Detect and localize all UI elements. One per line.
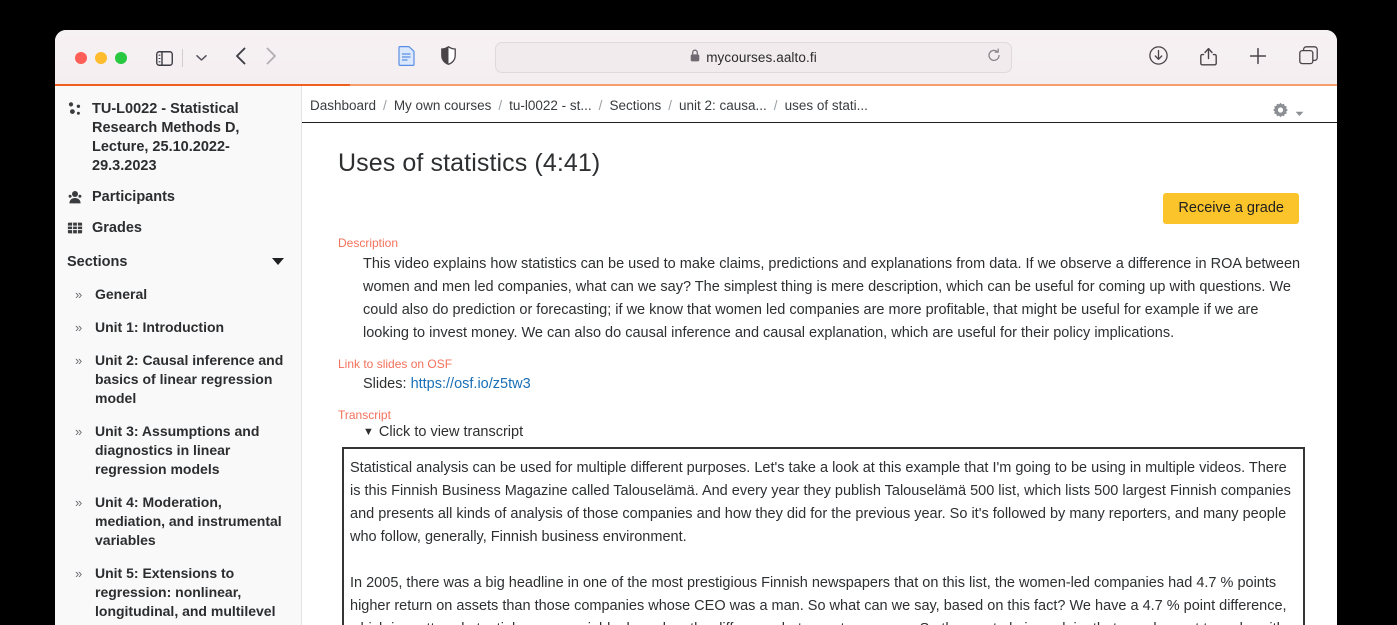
privacy-shield-icon [440,46,456,70]
toolbar-divider [182,49,183,67]
transcript-paragraph: In 2005, there was a big headline in one… [350,575,1287,625]
grade-action-row: Receive a grade [338,193,1301,224]
sidebar-sections-header[interactable]: Sections [55,244,301,278]
share-icon [1199,46,1217,71]
downloads-icon [1148,46,1168,70]
sidebar-section-unit-2[interactable]: » Unit 2: Causal inference and basics of… [55,344,301,415]
description-text: This video explains how statistics can b… [363,256,1301,341]
grades-icon [67,220,83,236]
window-controls [75,52,127,64]
chevron-double-right-icon: » [75,495,83,510]
chevron-down-icon[interactable] [1295,104,1304,122]
chevron-double-right-icon: » [75,320,83,335]
tab-overview-icon [1298,46,1318,70]
triangle-down-icon[interactable] [271,254,285,270]
transcript-paragraph: Statistical analysis can be used for mul… [350,460,1291,545]
slides-link[interactable]: https://osf.io/z5tw3 [411,376,531,392]
sidebar-item-course-title[interactable]: TU-L0022 - Statistical Research Methods … [55,94,301,182]
reload-icon [987,47,1001,66]
breadcrumb-item-course[interactable]: tu-l0022 - st... [509,98,592,113]
sidebar-toggle-button[interactable] [149,44,179,72]
maximize-window-button[interactable] [115,52,127,64]
sidebar-section-label: Unit 4: Moderation, mediation, and instr… [95,494,282,548]
transcript-box[interactable]: Statistical analysis can be used for mul… [342,447,1305,625]
sidebar-menu-chevron-icon[interactable] [186,44,216,72]
chevron-double-right-icon: » [75,287,83,302]
url-text: mycourses.aalto.fi [706,50,817,65]
forward-button[interactable] [256,44,286,72]
transcript-toggle[interactable]: ▼ Click to view transcript [363,424,1301,440]
chevron-double-right-icon: » [75,566,83,581]
sidebar-item-label: Grades [92,220,142,236]
slides-line: Slides: https://osf.io/z5tw3 [363,373,1301,396]
transcript-field-label: Transcript [338,408,391,422]
breadcrumb-separator: / [498,98,503,113]
description-field-label: Description [338,236,399,250]
sidebar-section-general[interactable]: » General [55,278,301,311]
sidebar-toggle-icon [149,44,179,72]
breadcrumb-item-dashboard[interactable]: Dashboard [310,98,376,113]
participants-icon [67,189,83,205]
browser-toolbar: mycourses.aalto.fi [55,30,1337,86]
page-viewport: TU-L0022 - Statistical Research Methods … [55,86,1337,625]
receive-a-grade-button[interactable]: Receive a grade [1163,193,1299,224]
sidebar-section-unit-1[interactable]: » Unit 1: Introduction [55,311,301,344]
breadcrumb-item-current-page[interactable]: uses of stati... [785,98,868,113]
downloads-button[interactable] [1143,44,1173,72]
browser-window: mycourses.aalto.fi TU-L0022 - Statistica… [55,30,1337,625]
transcript-toggle-label: Click to view transcript [378,424,524,440]
toolbar-right-actions [1143,30,1323,86]
sidebar-section-unit-4[interactable]: » Unit 4: Moderation, mediation, and ins… [55,486,301,557]
sidebar-item-label: Participants [92,189,175,205]
chevron-double-right-icon: » [75,353,83,368]
gear-icon[interactable] [1272,102,1289,124]
sidebar-section-label: Unit 1: Introduction [95,319,225,335]
breadcrumb-separator: / [598,98,603,113]
new-tab-button[interactable] [1243,44,1273,72]
page-title: Uses of statistics (4:41) [338,149,601,177]
back-button[interactable] [226,44,256,72]
breadcrumb-item-my-own-courses[interactable]: My own courses [394,98,492,113]
breadcrumb-separator: / [668,98,672,113]
sections-header-label: Sections [67,254,128,270]
breadcrumb-separator: / [773,98,778,113]
settings-menu[interactable] [1272,102,1304,124]
sidebar-item-participants[interactable]: Participants [55,182,301,213]
reader-mode-icon [397,45,415,71]
chevron-double-right-icon: » [75,424,83,439]
chevron-left-icon [235,47,247,70]
tab-overview-button[interactable] [1293,44,1323,72]
sidebar-section-unit-3[interactable]: » Unit 3: Assumptions and diagnostics in… [55,415,301,486]
triangle-down-icon: ▼ [363,426,374,438]
sidebar-course-title: TU-L0022 - Statistical Research Methods … [92,101,240,174]
sidebar-section-unit-5[interactable]: » Unit 5: Extensions to regression: nonl… [55,557,301,625]
sidebar-section-label: General [95,286,148,302]
privacy-report-button[interactable] [433,44,463,72]
address-bar[interactable]: mycourses.aalto.fi [495,42,1012,73]
slides-field-label: Link to slides on OSF [338,357,453,371]
sidebar-section-label: Unit 5: Extensions to regression: nonlin… [95,565,276,625]
sidebar-section-label: Unit 2: Causal inference and basics of l… [95,352,284,406]
main-content: Dashboard / My own courses / tu-l0022 - … [302,86,1337,625]
breadcrumb-item-unit-2[interactable]: unit 2: causa... [679,98,767,113]
minimize-window-button[interactable] [95,52,107,64]
sidebar-section-label: Unit 3: Assumptions and diagnostics in l… [95,423,260,477]
course-sidebar: TU-L0022 - Statistical Research Methods … [55,86,302,625]
close-window-button[interactable] [75,52,87,64]
sidebar-item-grades[interactable]: Grades [55,213,301,244]
breadcrumb-separator: / [383,98,387,113]
share-button[interactable] [1193,44,1223,72]
lock-icon [690,49,700,67]
course-icon [67,101,83,117]
slides-prefix: Slides: [363,376,407,392]
reader-mode-button[interactable] [391,44,421,72]
reload-button[interactable] [987,47,1001,67]
chevron-right-icon [265,47,277,70]
breadcrumb-item-sections[interactable]: Sections [609,98,661,113]
plus-icon [1249,47,1267,70]
breadcrumb: Dashboard / My own courses / tu-l0022 - … [302,86,1337,123]
